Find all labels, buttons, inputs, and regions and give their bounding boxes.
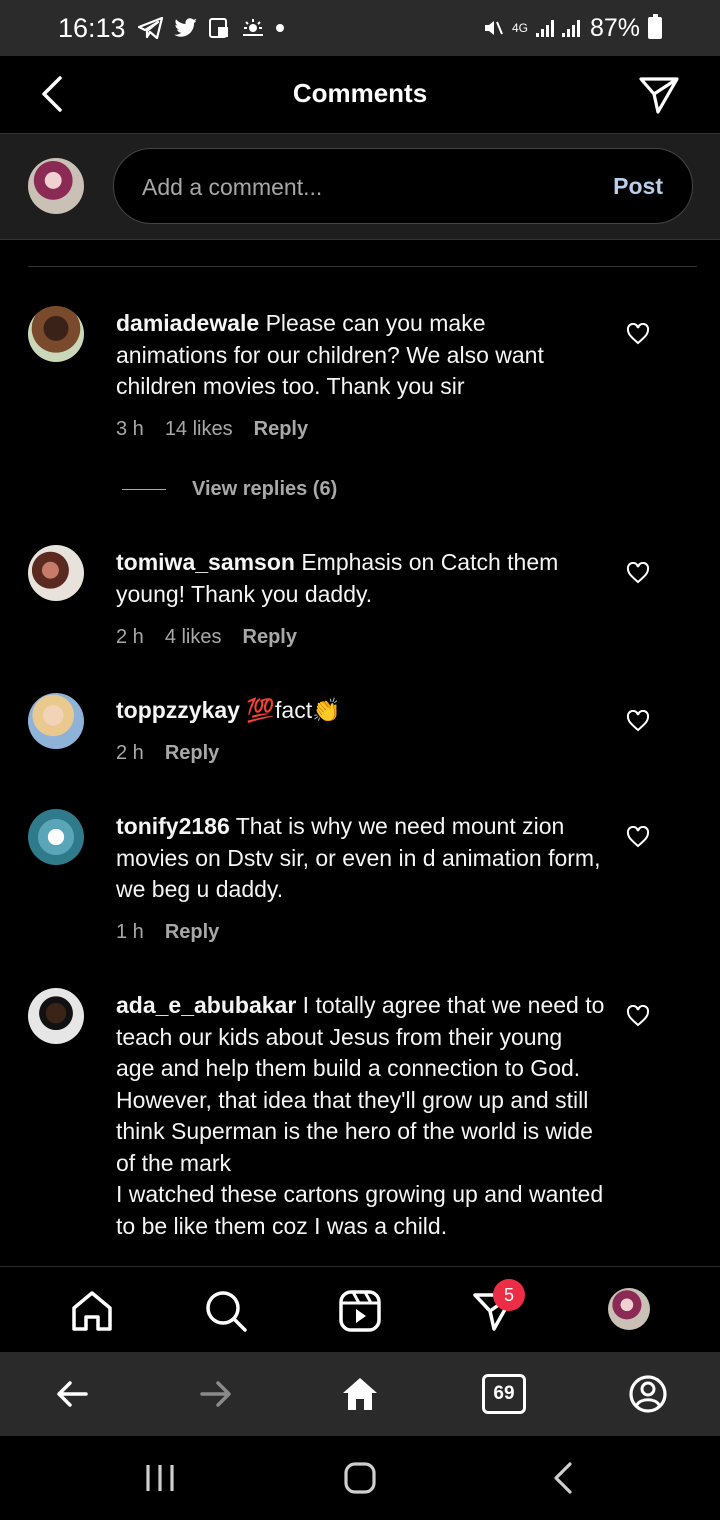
comment-text: ada_e_abubakar I totally agree that we n… — [116, 990, 606, 1242]
reply-button[interactable]: Reply — [254, 418, 308, 441]
comment-time: 2 h — [116, 626, 144, 648]
post-button[interactable]: Post — [613, 173, 663, 200]
weather-icon — [242, 19, 263, 36]
user-avatar[interactable] — [28, 693, 84, 749]
add-comment-bar: Post — [0, 134, 720, 240]
browser-back-icon[interactable] — [52, 1374, 92, 1414]
browser-toolbar: 69 — [0, 1352, 720, 1436]
notification-badge: 5 — [493, 1279, 525, 1311]
twitter-icon — [173, 18, 197, 37]
comment-time: 1 h — [116, 921, 144, 943]
divider — [28, 266, 697, 267]
comment-meta: 2 h Reply — [116, 742, 219, 765]
comment-text: damiadewale Please can you make animatio… — [116, 308, 601, 403]
system-nav — [0, 1436, 720, 1520]
tabs-count: 69 — [493, 1383, 515, 1404]
user-avatar[interactable] — [28, 545, 84, 601]
reply-button[interactable]: Reply — [165, 742, 219, 765]
comment-username[interactable]: tomiwa_samson — [116, 549, 295, 575]
comment-likes[interactable]: 4 likes — [165, 626, 222, 649]
notification-icons — [137, 17, 284, 39]
heart-icon[interactable] — [626, 323, 650, 345]
comment-username[interactable]: ada_e_abubakar — [116, 992, 296, 1018]
mute-icon — [484, 21, 503, 35]
app-notification-icon — [208, 18, 228, 38]
reels-icon[interactable] — [338, 1289, 382, 1333]
user-avatar[interactable] — [28, 809, 84, 865]
system-home-icon[interactable] — [342, 1460, 378, 1496]
heart-icon[interactable] — [626, 710, 650, 732]
browser-forward-icon[interactable] — [196, 1374, 236, 1414]
battery-icon — [648, 14, 662, 39]
comment-text: tomiwa_samson Emphasis on Catch them you… — [116, 547, 601, 610]
recent-apps-icon[interactable] — [142, 1460, 178, 1496]
status-bar: 16:13 4G 87% — [0, 0, 720, 56]
comment-username[interactable]: damiadewale — [116, 310, 259, 336]
comment-input[interactable] — [142, 169, 582, 205]
comment-time: 3 h — [116, 418, 144, 440]
comment-meta: 1 h Reply — [116, 921, 219, 944]
comment-content-line-2: However, that idea that they'll grow up … — [116, 1086, 593, 1176]
comment-username[interactable]: toppzzykay — [116, 697, 240, 723]
home-icon[interactable] — [70, 1289, 114, 1333]
reply-button[interactable]: Reply — [243, 626, 297, 649]
user-avatar[interactable] — [28, 306, 84, 362]
network-label: 4G — [511, 21, 528, 35]
heart-icon[interactable] — [626, 826, 650, 848]
heart-icon[interactable] — [626, 562, 650, 584]
heart-icon[interactable] — [626, 1005, 650, 1027]
profile-avatar[interactable] — [608, 1288, 650, 1330]
view-replies-label: View replies (6) — [192, 478, 338, 500]
comment-input-wrapper: Post — [113, 148, 693, 224]
tabs-icon[interactable]: 69 — [482, 1374, 526, 1414]
account-icon[interactable] — [628, 1374, 668, 1414]
replies-line — [122, 489, 166, 490]
bottom-nav: 5 — [0, 1266, 720, 1352]
more-notifications-dot — [275, 24, 284, 32]
comment-username[interactable]: tonify2186 — [116, 813, 230, 839]
battery-percent: 87% — [589, 13, 640, 42]
reply-button[interactable]: Reply — [165, 921, 219, 944]
comment-text: tonify2186 That is why we need mount zio… — [116, 811, 601, 906]
search-icon[interactable] — [204, 1289, 248, 1333]
browser-home-icon[interactable] — [340, 1374, 380, 1414]
view-replies-button[interactable]: View replies (6) — [122, 478, 337, 501]
send-icon[interactable] — [638, 74, 680, 116]
system-back-icon[interactable] — [546, 1460, 582, 1496]
status-right: 4G 87% — [482, 14, 662, 43]
comment-time: 2 h — [116, 742, 144, 764]
comment-meta: 2 h 4 likes Reply — [116, 626, 297, 649]
comment-content-line-3: I watched these cartons growing up and w… — [116, 1181, 604, 1239]
comment-item: ada_e_abubakar I totally agree that we n… — [0, 988, 720, 1266]
comment-meta: 3 h 14 likes Reply — [116, 418, 308, 441]
current-user-avatar — [28, 158, 84, 214]
comment-likes[interactable]: 14 likes — [165, 418, 233, 441]
user-avatar[interactable] — [28, 988, 84, 1044]
comment-content: 💯fact👏 — [239, 697, 341, 723]
status-time: 16:13 — [58, 12, 126, 43]
page-title: Comments — [292, 78, 428, 108]
telegram-icon — [137, 17, 163, 39]
comments-header: Comments — [0, 56, 720, 134]
signal-icon — [535, 20, 580, 37]
comment-text: toppzzykay 💯fact👏 — [116, 695, 601, 727]
